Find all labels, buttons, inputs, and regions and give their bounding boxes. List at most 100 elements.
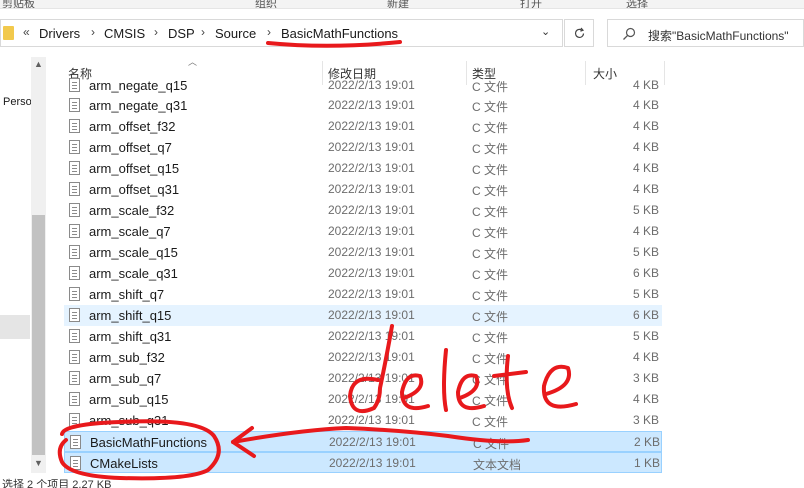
file-row[interactable]: arm_shift_q31 2022/2/13 19:01 C 文件 5 KB [64, 326, 662, 347]
breadcrumb-drivers[interactable]: Drivers [39, 26, 80, 41]
breadcrumb-separator[interactable]: › [91, 25, 95, 39]
file-row[interactable]: arm_sub_q7 2022/2/13 19:01 C 文件 3 KB [64, 368, 662, 389]
c-file-icon [69, 161, 80, 175]
file-row[interactable]: arm_negate_q15 2022/2/13 19:01 C 文件 4 KB [64, 75, 662, 96]
file-date: 2022/2/13 19:01 [328, 78, 415, 92]
file-date: 2022/2/13 19:01 [328, 287, 415, 301]
file-row[interactable]: arm_negate_q31 2022/2/13 19:01 C 文件 4 KB [64, 95, 662, 116]
file-size: 4 KB [632, 350, 659, 364]
file-date: 2022/2/13 19:01 [328, 392, 415, 406]
file-type: C 文件 [472, 310, 509, 324]
file-row[interactable]: arm_scale_q15 2022/2/13 19:01 C 文件 5 KB [64, 242, 662, 263]
file-type: C 文件 [472, 100, 509, 114]
file-row[interactable]: arm_offset_q31 2022/2/13 19:01 C 文件 4 KB [64, 179, 662, 200]
file-size: 4 KB [632, 119, 659, 133]
c-file-icon [69, 78, 80, 92]
c-file-icon [69, 350, 80, 364]
file-date: 2022/2/13 19:01 [328, 182, 415, 196]
file-size: 4 KB [632, 98, 659, 112]
file-name: arm_sub_q7 [89, 371, 162, 386]
breadcrumb-separator[interactable]: › [201, 25, 205, 39]
scroll-up-icon[interactable]: ▲ [34, 59, 43, 69]
navigation-pane: Perso [0, 57, 32, 473]
status-text: 选择 2 个项目 2.27 KB [2, 479, 112, 488]
file-size: 5 KB [632, 287, 659, 301]
file-size: 4 KB [632, 161, 659, 175]
file-type: C 文件 [472, 163, 509, 177]
scrollbar-thumb[interactable] [32, 215, 45, 455]
file-name: arm_sub_q15 [89, 392, 169, 407]
file-size: 4 KB [632, 140, 659, 154]
breadcrumb-basicmathfunctions[interactable]: BasicMathFunctions [281, 26, 398, 41]
file-size: 3 KB [632, 371, 659, 385]
c-file-icon [69, 413, 80, 427]
nav-scrollbar[interactable]: ▲ ▼ [31, 57, 46, 473]
file-name: arm_scale_f32 [89, 203, 175, 218]
file-row-hovered[interactable]: arm_shift_q15 2022/2/13 19:01 C 文件 6 KB [64, 305, 662, 326]
ribbon-group-new[interactable]: 新建 [387, 0, 409, 8]
file-row-selected[interactable]: CMakeLists 2022/2/13 19:01 文本文档 1 KB [64, 452, 662, 473]
file-type: C 文件 [472, 394, 509, 408]
file-type: C 文件 [472, 205, 509, 219]
file-type: C 文件 [472, 80, 509, 94]
breadcrumb-separator[interactable]: › [154, 25, 158, 39]
breadcrumb-dsp[interactable]: DSP [168, 26, 195, 41]
c-file-icon [69, 308, 80, 322]
file-row[interactable]: arm_offset_f32 2022/2/13 19:01 C 文件 4 KB [64, 116, 662, 137]
address-dropdown-icon[interactable]: ⌄ [541, 25, 550, 38]
refresh-button[interactable] [564, 19, 594, 47]
file-row[interactable]: arm_scale_q31 2022/2/13 19:01 C 文件 6 KB [64, 263, 662, 284]
file-row[interactable]: arm_sub_f32 2022/2/13 19:01 C 文件 4 KB [64, 347, 662, 368]
ribbon-strip: 剪贴板 组织 新建 打开 选择 [0, 0, 804, 9]
file-name: arm_negate_q31 [89, 98, 188, 113]
breadcrumb-source[interactable]: Source [215, 26, 256, 41]
breadcrumb-separator[interactable]: › [267, 25, 271, 39]
c-file-icon [69, 140, 80, 154]
breadcrumb-overflow[interactable]: « [23, 25, 30, 39]
address-row: « Drivers › CMSIS › DSP › Source › Basic… [0, 9, 804, 57]
file-date: 2022/2/13 19:01 [329, 435, 416, 449]
ribbon-group-organize[interactable]: 组织 [255, 0, 277, 8]
file-row[interactable]: arm_offset_q7 2022/2/13 19:01 C 文件 4 KB [64, 137, 662, 158]
c-file-icon [69, 182, 80, 196]
c-file-icon [69, 224, 80, 238]
file-date: 2022/2/13 19:01 [328, 266, 415, 280]
file-date: 2022/2/13 19:01 [328, 329, 415, 343]
file-row-selected[interactable]: BasicMathFunctions 2022/2/13 19:01 C 文件 … [64, 431, 662, 452]
file-name: arm_scale_q31 [89, 266, 178, 281]
address-bar[interactable]: « Drivers › CMSIS › DSP › Source › Basic… [0, 19, 563, 47]
file-row[interactable]: arm_sub_q31 2022/2/13 19:01 C 文件 3 KB [64, 410, 662, 431]
file-row[interactable]: arm_shift_q7 2022/2/13 19:01 C 文件 5 KB [64, 284, 662, 305]
ribbon-group-clipboard[interactable]: 剪贴板 [2, 0, 35, 8]
breadcrumb-cmsis[interactable]: CMSIS [104, 26, 145, 41]
file-name: arm_offset_q15 [89, 161, 180, 176]
file-name: arm_scale_q7 [89, 224, 171, 239]
c-file-icon [69, 329, 80, 343]
file-name: arm_negate_q15 [89, 78, 188, 93]
file-row[interactable]: arm_offset_q15 2022/2/13 19:01 C 文件 4 KB [64, 158, 662, 179]
nav-item-highlighted[interactable] [0, 315, 30, 339]
file-row[interactable]: arm_sub_q15 2022/2/13 19:01 C 文件 4 KB [64, 389, 662, 410]
file-date: 2022/2/13 19:01 [328, 413, 415, 427]
column-divider[interactable] [664, 61, 665, 85]
search-box[interactable]: 搜索"BasicMathFunctions" [607, 19, 804, 47]
search-input[interactable]: 搜索"BasicMathFunctions" [648, 27, 789, 44]
file-type: C 文件 [472, 268, 509, 282]
file-date: 2022/2/13 19:01 [328, 98, 415, 112]
file-name: CMakeLists [90, 456, 158, 471]
folder-icon [3, 26, 14, 40]
file-type: C 文件 [472, 142, 509, 156]
file-size: 1 KB [633, 456, 660, 470]
file-row[interactable]: arm_scale_q7 2022/2/13 19:01 C 文件 4 KB [64, 221, 662, 242]
file-size: 6 KB [632, 308, 659, 322]
c-file-icon [69, 98, 80, 112]
file-row[interactable]: arm_scale_f32 2022/2/13 19:01 C 文件 5 KB [64, 200, 662, 221]
file-type: C 文件 [472, 247, 509, 261]
ribbon-group-select[interactable]: 选择 [626, 0, 648, 8]
file-size: 5 KB [632, 329, 659, 343]
c-file-icon [69, 119, 80, 133]
scroll-down-icon[interactable]: ▼ [34, 458, 43, 468]
ribbon-group-open[interactable]: 打开 [520, 0, 542, 8]
file-type: C 文件 [472, 352, 509, 366]
nav-item-personal[interactable]: Perso [3, 96, 32, 108]
